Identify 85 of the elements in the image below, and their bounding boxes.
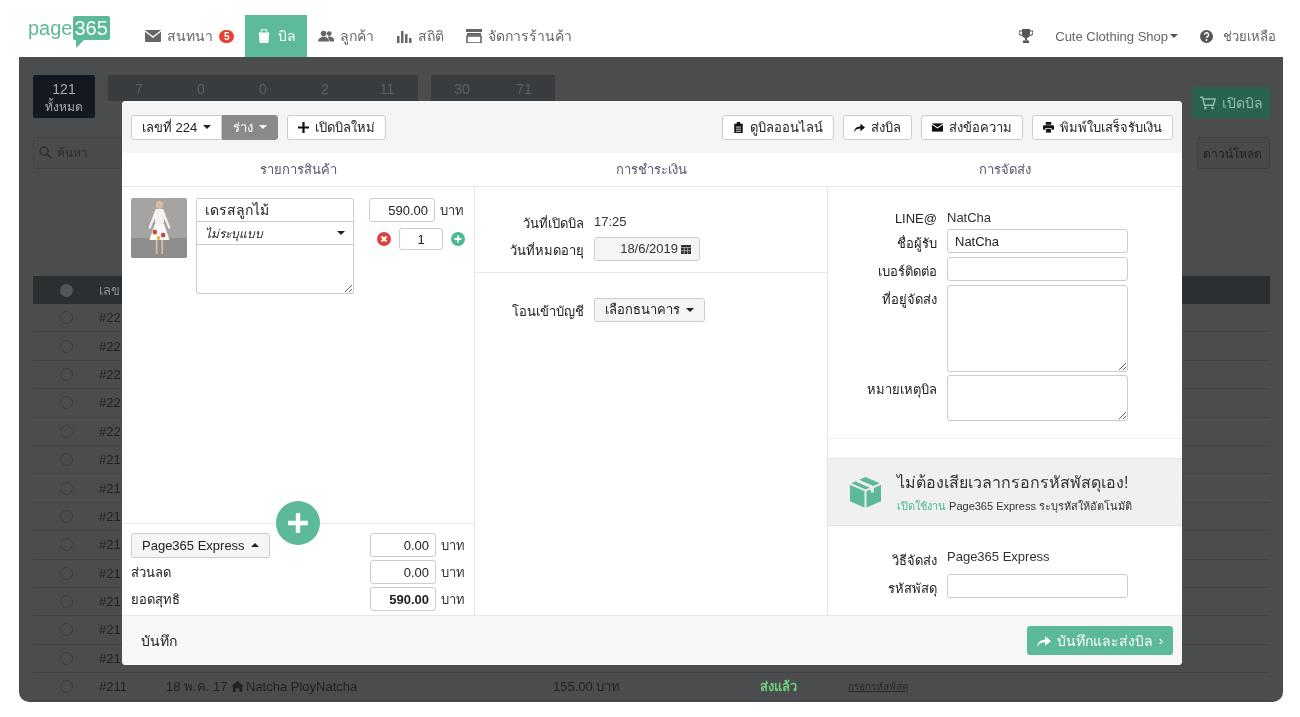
save-link[interactable]: บันทึก <box>141 629 177 652</box>
address-field[interactable] <box>947 285 1128 372</box>
remove-icon[interactable] <box>377 232 391 246</box>
caret-icon <box>337 231 345 235</box>
nav-tab[interactable]: ลูกค้า <box>307 15 386 57</box>
amount-field[interactable]: 590.00 <box>370 587 436 611</box>
total-label: ยอดสุทธิ <box>131 590 180 610</box>
nav-tab[interactable]: จัดการร้านค้า <box>455 15 584 57</box>
count-badge: 5 <box>218 29 235 43</box>
currency-label: บาท <box>440 201 464 220</box>
add-icon[interactable] <box>451 232 465 246</box>
printer-icon <box>1043 121 1054 133</box>
action-button[interactable]: ส่งบิล <box>843 114 912 140</box>
field-label: เบอร์ติดต่อ <box>877 263 937 281</box>
nav-tab[interactable]: สนทนา 5 <box>133 15 246 57</box>
variant-dropdown[interactable]: ไม่ระบุแบบ <box>196 222 354 245</box>
bar-chart-icon <box>396 29 413 43</box>
search-icon <box>39 146 52 159</box>
status-text: ส่งแล้ว <box>760 678 797 697</box>
nav-tab[interactable]: สถิติ <box>385 15 456 57</box>
promo-title: ไม่ต้องเสียเวลากรอกรหัสพัสดุเอง! <box>897 472 1130 495</box>
box-icon <box>848 474 883 510</box>
amount-field[interactable]: 0.00 <box>370 533 436 557</box>
date-field[interactable]: 18/6/2019 <box>594 236 700 261</box>
action-button[interactable]: ดูบิลออนไลน์ <box>722 114 834 140</box>
calendar-icon <box>681 243 691 254</box>
input-field[interactable] <box>947 257 1128 281</box>
action-button[interactable]: ส่งข้อความ <box>921 114 1023 140</box>
share-icon <box>1036 634 1051 647</box>
currency-label: บาท <box>441 563 465 582</box>
field-value: Page365 Express <box>947 548 1050 566</box>
people-icon <box>318 29 335 43</box>
status-filter[interactable]: 121 ทั้งหมด <box>33 75 95 118</box>
total-label: ส่วนลด <box>131 563 171 582</box>
section-title: รายการสินค้า <box>259 161 338 179</box>
caret-icon <box>259 125 268 129</box>
currency-label: บาท <box>441 536 465 555</box>
new-bill-button[interactable]: เปิดบิลใหม่ <box>287 114 387 140</box>
field-label: รหัสพัสดุ <box>887 580 937 599</box>
field-value: 17:25 <box>594 214 627 229</box>
cart-icon <box>1199 95 1216 110</box>
currency-label: บาท <box>441 590 465 609</box>
column-header: เลข <box>99 281 120 300</box>
bill-number-menu[interactable]: เลขที่ 224 <box>131 114 223 140</box>
help-link[interactable]: ช่วยเหลือ <box>1223 25 1276 47</box>
add-item-button[interactable] <box>276 501 320 545</box>
trophy-icon[interactable] <box>1019 29 1034 43</box>
clipboard-icon <box>733 121 744 133</box>
caret-icon <box>203 125 212 129</box>
field-label: โอนเข้าบัญชี <box>511 303 584 321</box>
field-label: ชื่อผู้รับ <box>896 234 937 254</box>
bank-menu[interactable]: เลือกธนาคาร <box>594 297 705 322</box>
share-icon <box>854 121 865 133</box>
price-field[interactable]: 590.00 <box>369 198 435 222</box>
promo-text: Page365 Express ระบุรหัสให้อัตโนมัติ <box>949 499 1132 512</box>
section-title: การชำระเงิน <box>615 161 688 179</box>
shipping-menu[interactable]: Page365 Express <box>131 532 270 558</box>
field-label: วันที่เปิดบิล <box>522 214 584 233</box>
caret-icon <box>686 307 694 312</box>
shop-menu[interactable]: Cute Clothing Shop <box>1055 28 1178 44</box>
envelope-icon <box>932 121 943 133</box>
field-label: ที่อยู่จัดส่ง <box>881 290 937 310</box>
select-all-radio[interactable] <box>59 283 73 297</box>
caret-icon <box>1170 34 1178 38</box>
field-label: LINE@ <box>893 210 937 226</box>
store-icon <box>466 29 483 43</box>
envelope-icon <box>144 29 161 43</box>
field-label: หมายเหตุบิล <box>866 381 937 400</box>
quantity-field[interactable]: 1 <box>399 228 443 250</box>
section-title: การจัดส่ง <box>978 161 1032 179</box>
caret-icon <box>250 543 259 547</box>
tracking-field[interactable] <box>947 574 1128 598</box>
product-name-field[interactable]: เดรสลูกไม้ <box>196 198 354 222</box>
field-value: NatCha <box>947 209 992 226</box>
action-button[interactable]: พิมพ์ใบเสร็จรับเงิน <box>1032 114 1173 140</box>
plus-icon <box>287 512 309 534</box>
house-icon <box>231 681 244 693</box>
help-icon[interactable] <box>1200 29 1213 43</box>
input-field[interactable]: NatCha <box>947 229 1128 253</box>
field-label: วิธีจัดส่ง <box>891 552 937 570</box>
field-label: วันที่หมดอายุ <box>509 241 584 261</box>
plus-icon <box>298 121 310 133</box>
product-note-field[interactable] <box>196 245 354 294</box>
amount-field[interactable]: 0.00 <box>370 560 436 584</box>
note-field[interactable] <box>947 375 1128 421</box>
